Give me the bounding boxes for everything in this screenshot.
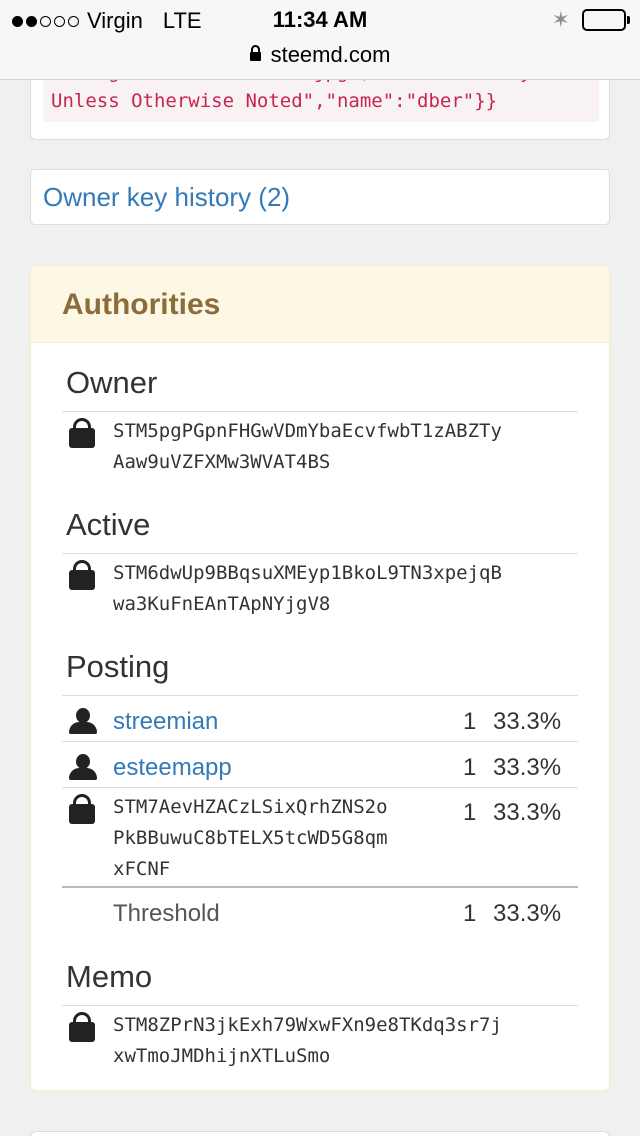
active-key: STM6dwUp9BBqsuXMEyp1BkoL9TN3xpejqB wa3Ku… <box>113 558 573 620</box>
posting-key-line: xFCNF <box>113 858 171 880</box>
lock-icon <box>69 418 95 448</box>
authorities-title: Authorities <box>62 288 221 321</box>
active-key-line: wa3KuFnEAnTApNYjgV8 <box>113 593 331 615</box>
lock-icon <box>69 794 95 824</box>
posting-account-esteemapp[interactable]: esteemapp <box>113 754 232 782</box>
bluetooth-icon: ✶ <box>551 7 570 32</box>
lock-icon <box>69 1012 95 1042</box>
posting-account-streemian[interactable]: streemian <box>113 708 218 736</box>
active-title: Active <box>66 507 151 542</box>
memo-key-line: xwTmoJMDhijnXTLuSmo <box>113 1045 331 1067</box>
owner-key-line: STM5pgPGpnFHGwVDmYbaEcvfwbT1zABZTy <box>113 420 502 442</box>
json-line-2: Unless Otherwise Noted","name":"dber"}} <box>51 90 498 112</box>
threshold-label: Threshold <box>113 900 220 927</box>
divider <box>62 787 578 788</box>
posting-title: Posting <box>66 649 170 684</box>
status-bar: Virgin LTE 11:34 AM ✶ steemd.com <box>0 0 640 80</box>
next-panel <box>30 1131 610 1136</box>
posting-key: STM7AevHZACzLSixQrhZNS2o PkBBuwuC8bTELX5… <box>113 792 453 885</box>
active-key-line: STM6dwUp9BBqsuXMEyp1BkoL9TN3xpejqB <box>113 562 502 584</box>
status-icons: ✶ <box>551 7 630 32</box>
clock: 11:34 AM <box>272 7 368 32</box>
address-bar[interactable]: steemd.com <box>0 42 640 68</box>
posting-weight: 1 <box>463 708 477 735</box>
owner-title: Owner <box>66 365 158 400</box>
posting-percent: 33.3% <box>493 799 562 826</box>
threshold-weight: 1 <box>463 900 477 927</box>
lock-icon <box>249 45 261 61</box>
posting-weight: 1 <box>463 799 477 826</box>
divider <box>62 741 578 742</box>
memo-key-line: STM8ZPrN3jkExh79WxwFXn9e8TKdq3sr7j <box>113 1014 502 1036</box>
posting-key-line: STM7AevHZACzLSixQrhZNS2o <box>113 796 388 818</box>
posting-percent: 33.3% <box>493 754 562 781</box>
memo-key: STM8ZPrN3jkExh79WxwFXn9e8TKdq3sr7j xwTmo… <box>113 1010 573 1072</box>
owner-key-history-link[interactable]: Owner key history (2) <box>43 182 290 213</box>
posting-key-line: PkBBuwuC8bTELX5tcWD5G8qm <box>113 827 388 849</box>
divider <box>62 695 578 696</box>
posting-weight: 1 <box>463 754 477 781</box>
divider <box>62 1005 578 1006</box>
divider <box>62 553 578 554</box>
threshold-divider <box>62 886 578 888</box>
user-icon <box>69 708 97 734</box>
authorities-panel: Authorities Owner STM5pgPGpnFHGwVDmYbaEc… <box>30 265 610 1091</box>
user-icon <box>69 754 97 780</box>
divider <box>62 411 578 412</box>
url-text: steemd.com <box>270 42 391 67</box>
lock-icon <box>69 560 95 590</box>
owner-key: STM5pgPGpnFHGwVDmYbaEcvfwbT1zABZTy Aaw9u… <box>113 416 573 478</box>
owner-key-line: Aaw9uVZFXMw3WVAT4BS <box>113 451 331 473</box>
posting-percent: 33.3% <box>493 708 562 735</box>
memo-title: Memo <box>66 959 153 994</box>
authorities-panel-heading: Authorities <box>31 266 609 343</box>
battery-icon <box>582 9 630 31</box>
threshold-percent: 33.3% <box>493 900 562 927</box>
owner-key-history-card: Owner key history (2) <box>30 169 610 225</box>
